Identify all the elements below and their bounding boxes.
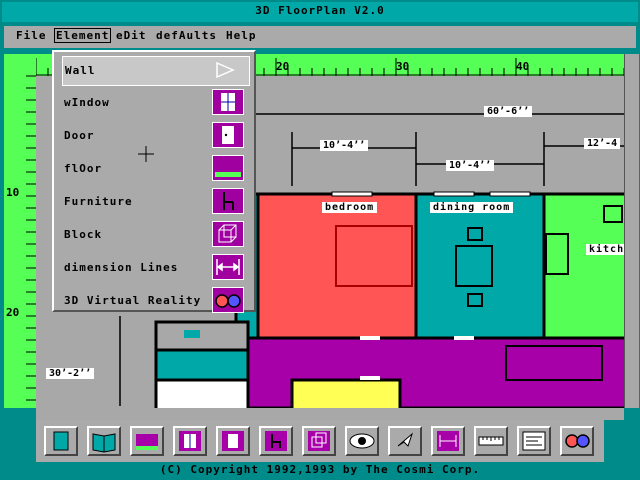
text-tool-button[interactable] xyxy=(517,426,551,456)
menu-bar: File Element eDit defAults Help xyxy=(4,26,636,48)
dimension-label: 60’-6’’ xyxy=(484,106,533,117)
menu-item-label: Wall xyxy=(65,64,96,77)
crosshair-cursor-icon xyxy=(138,146,154,165)
menu-item-label: Furniture xyxy=(64,195,133,208)
dining-room xyxy=(414,192,546,340)
pointer-tool-button[interactable] xyxy=(388,426,422,456)
dimension-label: 10’-4’’ xyxy=(446,160,495,171)
door-icon xyxy=(218,431,248,457)
floor-icon xyxy=(212,155,244,181)
glasses-icon xyxy=(212,287,244,313)
menu-element[interactable]: Element xyxy=(54,28,112,43)
menu-item-floor[interactable]: flOor xyxy=(62,155,248,183)
title-bar: 3D FloorPlan V2.0 xyxy=(2,2,638,22)
pointer-icon xyxy=(390,432,420,457)
ruler-label-30: 30 xyxy=(396,60,410,73)
menu-item-label: 3D Virtual Reality xyxy=(64,294,202,307)
left-ruler: 10 20 xyxy=(4,54,36,408)
cube-tool-button[interactable] xyxy=(302,426,336,456)
room-label-bedroom: bedroom xyxy=(322,202,378,213)
ruler-label-40: 40 xyxy=(516,60,530,73)
menu-item-window[interactable]: wIndow xyxy=(62,89,248,117)
menu-item-wall[interactable]: Wall xyxy=(62,56,250,86)
ruler-label-20-left: 20 xyxy=(6,306,20,319)
dimension-label: 12’-4 xyxy=(584,138,621,149)
chair-icon xyxy=(261,431,291,457)
eye-tool-button[interactable] xyxy=(345,426,379,456)
book-open-icon xyxy=(89,433,119,457)
menu-item-label: dimension Lines xyxy=(64,261,179,274)
menu-item-3d-vr[interactable]: 3D Virtual Reality xyxy=(62,287,248,315)
menu-item-label: flOor xyxy=(64,162,103,175)
glasses-tool-button[interactable] xyxy=(560,426,594,456)
menu-item-label: Door xyxy=(64,129,95,142)
door-icon xyxy=(212,122,244,148)
menu-item-dimension-lines[interactable]: dimension Lines xyxy=(62,254,248,282)
dimension-label: 10’-4’’ xyxy=(320,140,369,151)
book-open-tool-button[interactable] xyxy=(87,426,121,456)
menu-item-label: Block xyxy=(64,228,103,241)
dimension-label: 30’-2’’ xyxy=(46,368,95,379)
arrow-right-icon xyxy=(213,57,245,83)
menu-item-furniture[interactable]: Furniture xyxy=(62,188,248,216)
ruler-tool-button[interactable] xyxy=(474,426,508,456)
menu-item-label: wIndow xyxy=(64,96,110,109)
menu-file[interactable]: File xyxy=(16,29,47,42)
text-icon xyxy=(519,431,549,457)
dimension-tool-button[interactable] xyxy=(431,426,465,456)
window-title: 3D FloorPlan V2.0 xyxy=(255,4,385,17)
glasses-icon xyxy=(562,434,592,457)
menu-defaults[interactable]: defAults xyxy=(156,29,217,42)
window-icon xyxy=(175,431,205,457)
chair-icon xyxy=(212,188,244,214)
menu-item-block[interactable]: Block xyxy=(62,221,248,249)
ruler-label-20: 20 xyxy=(276,60,290,73)
room-label-dining: dining room xyxy=(430,202,514,213)
ruler-label-10: 10 xyxy=(6,186,20,199)
dimension-icon xyxy=(212,254,244,280)
room-label-kitchen: kitch xyxy=(586,244,624,255)
window-icon xyxy=(212,89,244,115)
dimension-icon xyxy=(433,431,463,457)
floor-tool-button[interactable] xyxy=(130,426,164,456)
eye-icon xyxy=(347,433,377,457)
door-tool-button[interactable] xyxy=(216,426,250,456)
cube-icon xyxy=(212,221,244,247)
menu-item-door[interactable]: Door xyxy=(62,122,248,150)
copyright-bar: (C) Copyright 1992,1993 by The Cosmi Cor… xyxy=(159,463,481,476)
menu-edit[interactable]: eDit xyxy=(116,29,147,42)
menu-help[interactable]: Help xyxy=(226,29,257,42)
book-closed-tool-button[interactable] xyxy=(44,426,78,456)
kitchen-room xyxy=(542,192,624,340)
ruler-icon xyxy=(476,436,506,457)
floor-icon xyxy=(132,434,162,457)
horizontal-scrollbar[interactable] xyxy=(36,408,624,420)
chair-tool-button[interactable] xyxy=(259,426,293,456)
book-closed-icon xyxy=(46,431,76,457)
tool-palette xyxy=(36,420,604,462)
window-tool-button[interactable] xyxy=(173,426,207,456)
vertical-scrollbar[interactable] xyxy=(624,54,639,408)
cube-icon xyxy=(304,431,334,457)
element-menu: Wall wIndow Door flOor Furniture Block d… xyxy=(52,50,256,315)
